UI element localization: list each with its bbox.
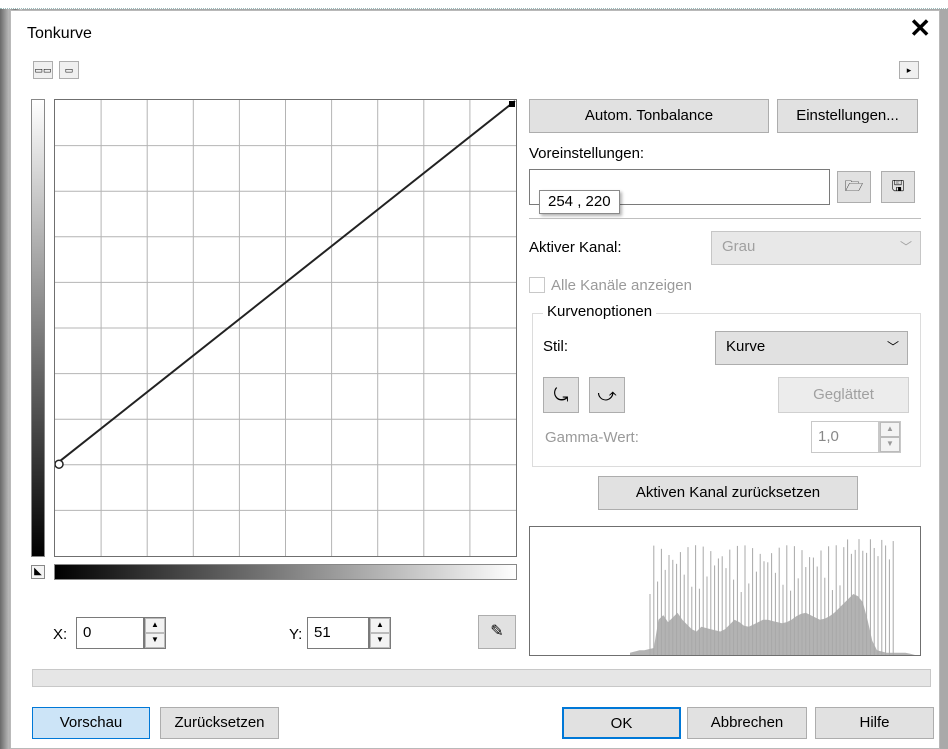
expand-panel-icon[interactable]: ▸ xyxy=(899,61,919,79)
reset-button[interactable]: Zurücksetzen xyxy=(160,707,279,739)
gradient-swap-icon[interactable]: ◣ xyxy=(31,565,45,579)
active-channel-label: Aktiver Kanal: xyxy=(529,239,622,256)
output-gradient-bar xyxy=(31,99,45,557)
x-spin-down-icon[interactable]: ▼ xyxy=(145,633,165,648)
x-input[interactable]: 0 xyxy=(76,617,144,649)
ok-button[interactable]: OK xyxy=(562,707,681,739)
save-disk-icon[interactable]: 🖫 xyxy=(881,171,915,203)
histogram xyxy=(529,526,921,656)
settings-button[interactable]: Einstellungen... xyxy=(777,99,918,133)
x-label: X: xyxy=(53,626,68,643)
y-label: Y: xyxy=(289,626,303,643)
dialog-title: Tonkurve xyxy=(27,25,92,42)
curve-point-start[interactable] xyxy=(55,459,64,469)
cancel-button[interactable]: Abbrechen xyxy=(687,707,807,739)
y-spinner[interactable]: ▲ ▼ xyxy=(369,617,391,649)
x-spin-up-icon[interactable]: ▲ xyxy=(145,618,165,633)
tone-curve-dialog: Tonkurve ✕ ▭▭ ▭ ▸ ◣ X: 0 ▲ ▼ Y: 51 ▲ ▼ ✎… xyxy=(10,10,940,749)
gamma-label: Gamma-Wert: xyxy=(545,429,639,446)
active-channel-value: Grau xyxy=(722,238,756,255)
active-channel-select[interactable]: Grau ﹀ xyxy=(711,231,921,265)
help-button[interactable]: Hilfe xyxy=(815,707,934,739)
rotate-curve-icon[interactable]: ⤿ xyxy=(543,377,579,413)
auto-tone-balance-button[interactable]: Autom. Tonbalance xyxy=(529,99,769,133)
style-value: Kurve xyxy=(726,338,766,355)
progress-bar xyxy=(32,669,931,687)
curve-grid xyxy=(55,100,516,556)
curve-options-legend: Kurvenoptionen xyxy=(543,303,657,320)
histogram-canvas xyxy=(630,539,915,655)
preview-button[interactable]: Vorschau xyxy=(32,707,150,739)
curve-graph[interactable] xyxy=(54,99,517,557)
single-view-icon[interactable]: ▭ xyxy=(59,61,79,79)
smoothed-button[interactable]: Geglättet xyxy=(778,377,909,413)
curve-point-end[interactable] xyxy=(509,101,515,107)
reset-active-channel-button[interactable]: Aktiven Kanal zurücksetzen xyxy=(598,476,858,510)
gamma-input[interactable]: 1,0 xyxy=(811,421,879,453)
presets-label: Voreinstellungen: xyxy=(529,145,645,162)
curve-canvas[interactable] xyxy=(55,100,516,556)
chevron-down-icon: ﹀ xyxy=(886,340,899,354)
show-all-channels-label: Alle Kanäle anzeigen xyxy=(551,277,692,294)
eyedropper-icon[interactable]: ✎ xyxy=(478,615,516,649)
x-spinner[interactable]: ▲ ▼ xyxy=(144,617,166,649)
divider xyxy=(529,218,921,219)
style-label: Stil: xyxy=(543,338,569,355)
input-gradient-bar xyxy=(54,564,517,580)
dual-view-icon[interactable]: ▭▭ xyxy=(33,61,53,79)
gamma-spin-up-icon[interactable]: ▲ xyxy=(880,422,900,437)
close-icon[interactable]: ✕ xyxy=(909,15,931,41)
y-spin-down-icon[interactable]: ▼ xyxy=(370,633,390,648)
show-all-channels-checkbox[interactable] xyxy=(529,277,545,293)
open-folder-icon[interactable]: 🗁 xyxy=(837,171,871,203)
y-input[interactable]: 51 xyxy=(307,617,369,649)
gamma-spin-down-icon[interactable]: ▼ xyxy=(880,437,900,452)
flip-curve-icon[interactable]: ⤻ xyxy=(589,377,625,413)
top-ruler xyxy=(0,0,948,9)
style-select[interactable]: Kurve ﹀ xyxy=(715,331,908,365)
coordinate-tooltip: 254 , 220 xyxy=(539,190,620,214)
y-spin-up-icon[interactable]: ▲ xyxy=(370,618,390,633)
gamma-spinner[interactable]: ▲ ▼ xyxy=(879,421,901,453)
chevron-down-icon: ﹀ xyxy=(899,240,912,254)
